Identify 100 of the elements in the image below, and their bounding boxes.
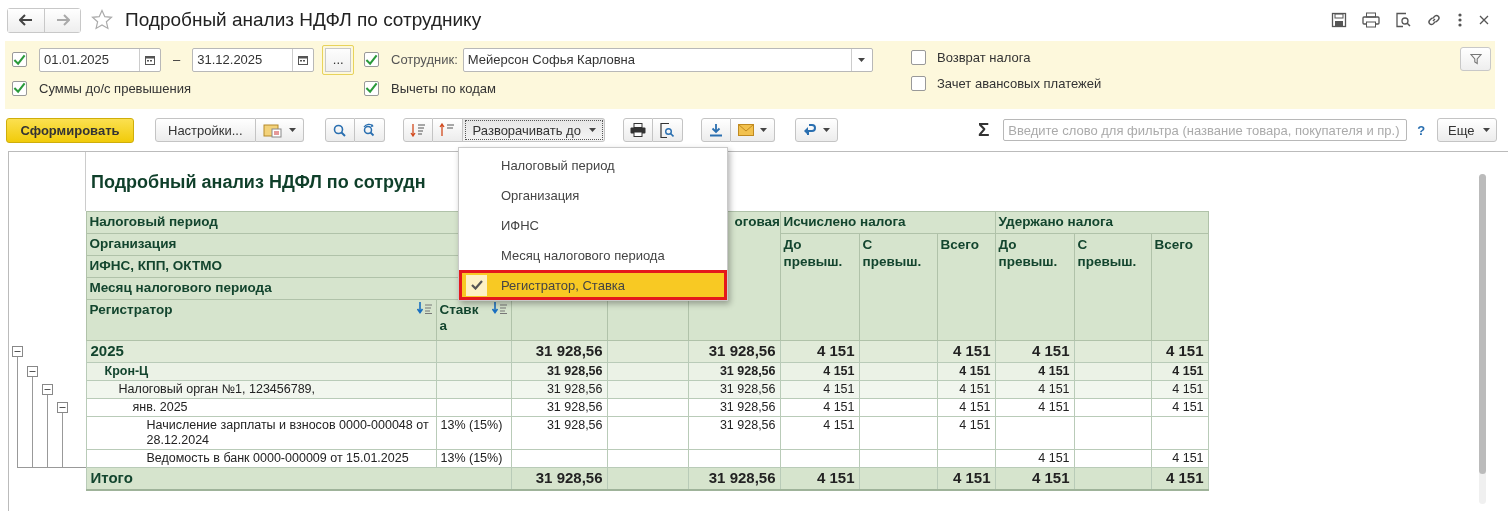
collapse-toggle[interactable] [27,365,38,377]
period-select-button[interactable]: ... [322,44,355,75]
settings-button[interactable]: Настройки... [155,118,256,142]
date-from-field[interactable]: 01.01.2025 [39,47,161,72]
dropdown-caret-icon [759,128,767,132]
menu-item[interactable]: Регистратор, Ставка [459,270,727,300]
back-arrow-icon [19,14,33,26]
table-cell: 2025 [86,340,436,363]
menu-item[interactable]: Налоговый период [459,150,727,180]
table-cell: Итого [86,467,511,490]
date-to-field[interactable]: 31.12.2025 [192,47,315,72]
sort-descending-button[interactable] [402,118,433,142]
report-variants-icon [262,122,283,138]
table-cell: 4 151 [995,449,1075,468]
header-cell: С превыш. [1074,233,1152,341]
link-icon[interactable] [1426,12,1442,28]
header-cell: До превыш. [780,233,859,341]
employee-label: Сотрудник: [391,52,458,67]
table-cell: 4 151 [937,416,996,450]
checkbox[interactable] [12,80,27,96]
table-cell: 4 151 [937,398,996,417]
table-cell: янв. 2025 [86,398,436,417]
print-icon[interactable] [1362,12,1380,28]
preview-icon [660,122,675,138]
dropdown-caret-icon [858,57,866,62]
table-cell: 31 928,56 [688,398,780,417]
table-cell: Ведомость в банк 0000-000009 от 15.01.2025 [86,449,436,468]
table-cell: 4 151 [1151,449,1209,468]
scrollbar[interactable] [1479,174,1486,504]
filter-button[interactable] [1460,47,1491,71]
checkbox-label: Зачет авансовых платежей [937,75,1102,91]
close-icon[interactable] [1478,14,1490,26]
filter-search-field[interactable]: Введите слово для фильтра (название товара, покупателя и пр.) [1003,119,1408,141]
generate-button[interactable]: Сформировать [6,117,134,143]
save-icon[interactable] [1331,12,1347,28]
return-arrow-icon [802,124,817,136]
header-cell: Всего [937,233,996,341]
sort-icon[interactable] [491,302,508,314]
table-cell: 13% (15%) [436,416,511,450]
envelope-icon [737,124,754,136]
sort-ascending-icon [439,123,456,137]
checkmark-icon [470,280,483,290]
collapse-toggle[interactable] [12,345,23,357]
return-button[interactable] [794,118,838,142]
checkbox-label: Возврат налога [937,49,1031,65]
report-title: Подробный анализ НДФЛ по сотрудн [91,171,426,193]
collapse-toggle[interactable] [57,401,68,413]
checkbox[interactable] [911,75,926,91]
dropdown-caret-icon [588,128,596,132]
period-separator: – [173,52,181,67]
header-cell: Удержано налога [995,211,1209,234]
sort-descending-icon [409,123,426,137]
checkbox[interactable] [364,80,379,96]
print-icon [629,123,646,137]
funnel-icon [1469,53,1482,65]
table-cell: 4 151 [995,398,1075,417]
print-button[interactable] [622,118,653,142]
dropdown-caret-icon [1482,128,1490,132]
sort-ascending-button[interactable] [432,118,463,142]
back-button[interactable] [8,8,44,32]
download-icon [708,123,723,137]
search-icon [333,123,347,137]
table-cell: 31 928,56 [511,416,607,450]
sum-button[interactable]: Σ [977,119,990,141]
expand-to-button[interactable]: Разворачивать до [462,118,605,142]
table-cell: 4 151 [780,398,859,417]
send-email-button[interactable] [730,118,775,142]
help-link[interactable]: ? [1417,122,1426,138]
calendar-icon [298,54,309,65]
preview-button[interactable] [652,118,683,142]
forward-arrow-icon [55,14,70,26]
employee-checkbox[interactable] [364,52,379,67]
checkbox-label: Суммы до/с превышения [39,80,191,96]
window-title: Подробный анализ НДФЛ по сотруднику [125,9,482,31]
sort-icon[interactable] [416,302,433,314]
table-cell: 4 151 [780,416,859,450]
column-title: Регистратор [89,302,173,318]
preview-icon[interactable] [1395,12,1411,28]
table-cell: 13% (15%) [436,449,511,468]
dropdown-caret-icon [288,128,296,132]
table-cell: Начисление зарплаты и взносов 0000-000048 от 28.12.2024 [86,416,436,450]
period-checkbox[interactable] [12,52,27,67]
column-title: Ставка [439,302,480,334]
checkbox[interactable] [911,49,926,65]
table-cell: 31 928,56 [511,398,607,417]
employee-field[interactable]: Мейерсон Софья Карловна [462,47,873,72]
save-button[interactable] [700,118,731,142]
menu-item[interactable]: Организация [459,180,727,210]
table-cell: 4 151 [1151,398,1209,417]
header-cell: С превыш. [859,233,937,341]
header-cell: До превыш. [995,233,1075,341]
calendar-icon [145,54,155,65]
collapse-toggle[interactable] [42,383,53,395]
search-refresh-button[interactable] [354,118,385,142]
checkbox-label: Вычеты по кодам [391,80,496,96]
favorite-star-icon[interactable] [91,9,113,31]
search-button[interactable] [324,118,355,142]
more-menu-icon[interactable] [1457,12,1463,28]
more-button[interactable]: Еще [1437,118,1498,142]
table-cell: 31 928,56 [688,416,780,450]
